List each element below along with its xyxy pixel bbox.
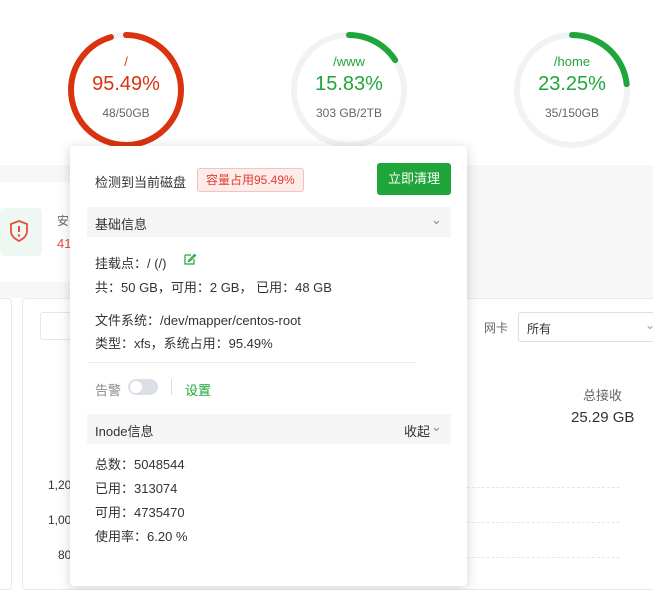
chevron-down-icon: ⌄ [431, 419, 442, 434]
gauge-size: 303 GB/2TB [315, 106, 383, 120]
inode-available: 可用：4735470 [95, 505, 185, 520]
basic-info-header[interactable]: 基础信息 ⌄ [87, 207, 451, 237]
network-card-value: 所有 [527, 322, 552, 336]
chevron-down-icon: ⌄ [645, 318, 653, 332]
type-info: 类型：xfs，系统占用：95.49% [95, 336, 273, 351]
disk-gauge-home[interactable]: /home 23.25% 35/150GB [512, 30, 632, 150]
network-card-select[interactable]: 所有 ⌄ [518, 312, 653, 342]
y-tick-label: 1,00 [48, 513, 72, 527]
y-tick-label: 1,20 [48, 478, 72, 492]
basic-info-title: 基础信息 [95, 217, 148, 232]
divider [87, 362, 417, 363]
chevron-down-icon: ⌄ [431, 212, 442, 227]
disk-gauge-www[interactable]: /www 15.83% 303 GB/2TB [289, 30, 409, 150]
gauge-percent: 23.25% [538, 73, 606, 95]
inode-info-title: Inode信息 [95, 424, 154, 439]
filesystem-info: 文件系统：/dev/mapper/centos-root [95, 313, 301, 328]
disk-detail-popup: 检测到当前磁盘 容量占用95.49% 立即清理 基础信息 ⌄ 挂载点：/ (/)… [70, 146, 467, 586]
gauge-mount: / [124, 54, 128, 69]
mount-point: 挂载点：/ (/) [95, 256, 167, 271]
gauge-percent: 15.83% [315, 73, 383, 95]
capacity-info: 共：50 GB，可用：2 GB， 已用：48 GB [95, 280, 332, 295]
gauge-size: 48/50GB [102, 106, 150, 120]
alert-toggle[interactable] [128, 379, 158, 395]
shield-box [0, 208, 42, 256]
inode-usage: 使用率：6.20 % [95, 529, 188, 544]
inode-total: 总数：5048544 [95, 457, 185, 472]
network-card-label: 网卡 [484, 321, 509, 335]
security-label: 安 [57, 214, 70, 228]
disk-gauge-root[interactable]: / 95.49% 48/50GB [66, 30, 186, 150]
usage-badge: 容量占用95.49% [197, 168, 304, 192]
detected-text: 检测到当前磁盘 [95, 175, 187, 190]
gauge-size: 35/150GB [544, 106, 600, 120]
inode-info-header[interactable]: Inode信息 收起 ⌄ [87, 414, 451, 444]
collapse-toggle[interactable]: 收起 [404, 421, 430, 440]
total-received-label: 总接收 [583, 388, 623, 403]
gauge-mount: /home [553, 54, 591, 69]
shield-icon [10, 220, 28, 243]
inode-used: 已用：313074 [95, 481, 178, 496]
alert-settings-link[interactable]: 设置 [185, 380, 211, 399]
divider [171, 379, 172, 395]
clean-now-button[interactable]: 立即清理 [377, 163, 451, 195]
left-panel [0, 298, 12, 590]
total-received-value: 25.29 GB [571, 409, 635, 426]
gauge-mount: /www [333, 54, 365, 69]
alert-label: 告警 [95, 383, 122, 398]
edit-icon[interactable] [183, 252, 197, 266]
toggle-knob [130, 381, 142, 393]
gauge-percent: 95.49% [92, 73, 160, 95]
